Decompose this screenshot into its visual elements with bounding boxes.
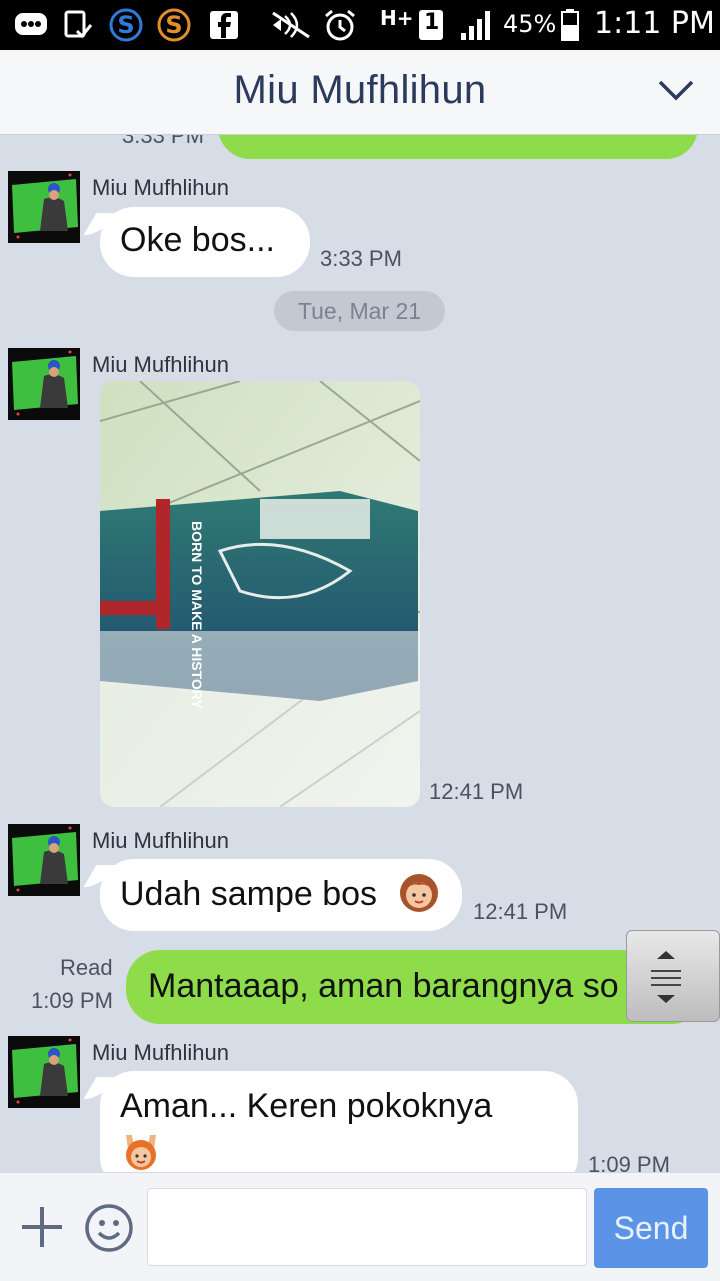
message-text: Aman... Keren pokoknya xyxy=(120,1087,493,1125)
read-status: Read xyxy=(60,955,113,980)
emoji-icon[interactable] xyxy=(84,1203,134,1253)
message-composer: Send xyxy=(0,1172,720,1281)
message-text: Oke bos... xyxy=(120,221,275,259)
message-bubble[interactable]: Udah sampe bos xyxy=(100,859,462,931)
battery-percent: 45% xyxy=(503,10,557,38)
sender-name: Miu Mufhlihun xyxy=(92,175,229,200)
fast-scroll-handle[interactable] xyxy=(626,930,720,1022)
message-time: 3:33 PM xyxy=(320,246,402,271)
girl-emoji-icon xyxy=(398,871,440,924)
avatar[interactable] xyxy=(8,824,80,896)
svg-text:S: S xyxy=(117,11,134,39)
s-orange-icon: S xyxy=(156,8,192,42)
facebook-icon xyxy=(208,9,240,41)
screenshot-icon xyxy=(62,9,94,41)
message-time: 3:33 PM xyxy=(122,135,204,148)
svg-text:S: S xyxy=(165,11,182,39)
message-input[interactable] xyxy=(147,1188,587,1266)
message-bubble[interactable]: Oke bos... xyxy=(100,207,310,277)
avatar[interactable] xyxy=(8,348,80,420)
avatar[interactable] xyxy=(8,171,80,243)
mute-icon xyxy=(268,9,316,41)
sender-name: Miu Mufhlihun xyxy=(92,352,229,377)
message-text: Udah sampe bos xyxy=(120,875,378,913)
message-list[interactable]: 3:33 PM Miu Mufhlihun Oke bos... 3:33 PM… xyxy=(0,135,720,1172)
network-type: H+ xyxy=(380,6,414,30)
sender-name: Miu Mufhlihun xyxy=(92,828,229,853)
photo-message[interactable]: BORN TO MAKE A HISTORY xyxy=(100,381,420,807)
message-bubble-outgoing-partial[interactable] xyxy=(218,135,698,159)
chevron-down-icon[interactable] xyxy=(656,76,696,106)
sim-number: 1 xyxy=(424,10,440,35)
clock: 1:11 PM xyxy=(594,6,715,41)
message-time: 12:41 PM xyxy=(473,899,568,924)
date-separator: Tue, Mar 21 xyxy=(274,291,445,331)
signal-icon xyxy=(458,9,494,41)
status-bar: S S H+ 1 45% 1:11 PM xyxy=(0,0,720,50)
avatar[interactable] xyxy=(8,1036,80,1108)
message-bubble-outgoing[interactable]: Mantaaap, aman barangnya so xyxy=(126,950,706,1024)
chat-title: Miu Mufhlihun xyxy=(233,68,487,112)
message-time: 12:41 PM xyxy=(429,779,524,804)
alarm-icon xyxy=(322,9,358,41)
sender-name: Miu Mufhlihun xyxy=(92,1040,229,1065)
message-bubble[interactable]: Aman... Keren pokoknya xyxy=(100,1071,578,1172)
plus-icon[interactable] xyxy=(20,1205,64,1249)
message-time: 1:09 PM xyxy=(588,1152,670,1172)
s-blue-icon: S xyxy=(108,8,144,42)
messenger-icon xyxy=(14,9,48,41)
message-time: 1:09 PM xyxy=(31,988,113,1013)
message-text: Mantaaap, aman barangnya so xyxy=(148,967,619,1005)
chat-header: Miu Mufhlihun xyxy=(0,50,720,135)
send-button[interactable]: Send xyxy=(594,1188,708,1268)
photo-package-text: BORN TO MAKE A HISTORY xyxy=(189,521,205,709)
battery-icon xyxy=(560,9,580,41)
raised-hands-emoji-icon xyxy=(120,1131,162,1172)
